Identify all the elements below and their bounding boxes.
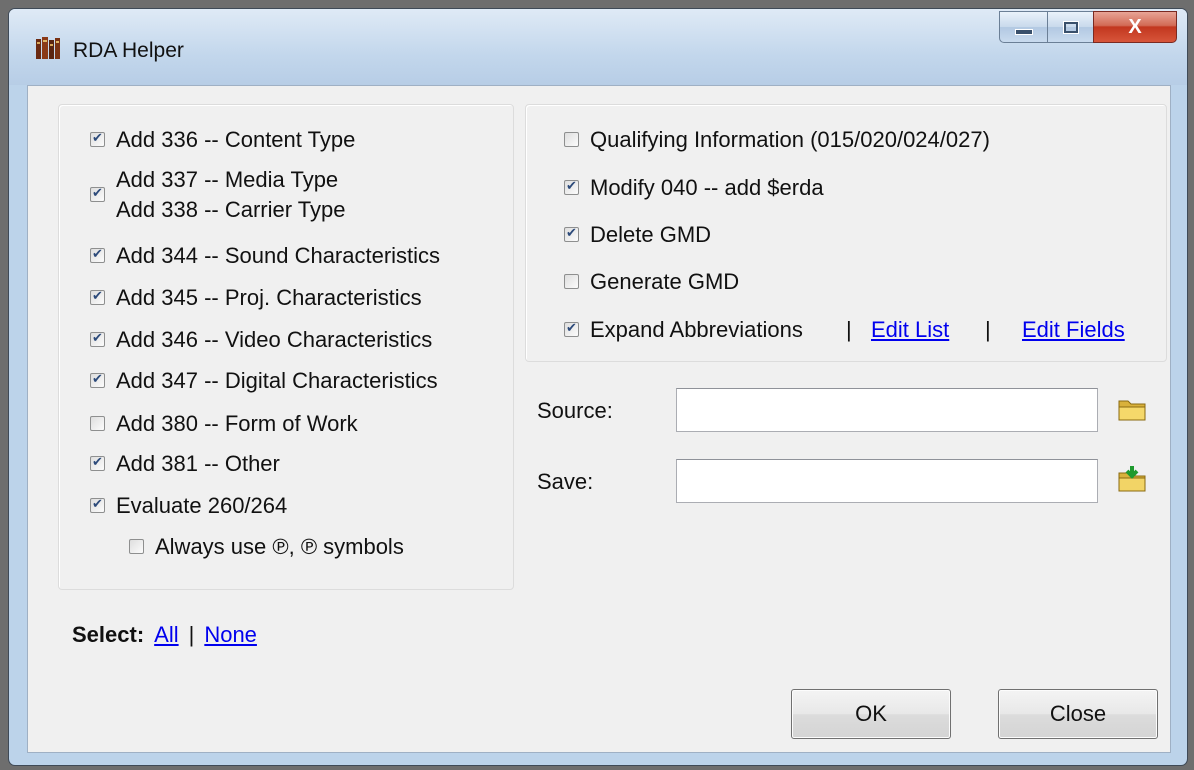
rda-helper-window: RDA Helper X Add 336 -- Content Type Add… xyxy=(8,8,1188,766)
option-modify-040[interactable]: Modify 040 -- add $erda xyxy=(564,172,824,203)
option-label: Generate GMD xyxy=(590,269,740,294)
option-label: Qualifying Information (015/020/024/027) xyxy=(590,127,990,152)
option-label: Add 380 -- Form of Work xyxy=(116,411,358,436)
title-bar[interactable]: RDA Helper X xyxy=(9,9,1187,85)
save-label: Save: xyxy=(537,469,594,494)
window-title: RDA Helper xyxy=(73,39,184,62)
option-label: Evaluate 260/264 xyxy=(116,493,288,518)
option-label-second-line: Add 338 -- Carrier Type xyxy=(116,197,346,222)
select-bar: Select: All | None xyxy=(72,622,257,648)
option-add-347[interactable]: Add 347 -- Digital Characteristics xyxy=(90,365,438,396)
checkbox-add-345[interactable] xyxy=(90,282,105,312)
option-generate-gmd[interactable]: Generate GMD xyxy=(564,267,739,297)
edit-fields-link[interactable]: Edit Fields xyxy=(1022,315,1125,345)
option-expand-abbreviations[interactable]: Expand Abbreviations xyxy=(564,314,803,345)
checkbox-add-336[interactable] xyxy=(90,124,105,154)
close-icon: X xyxy=(1128,15,1142,38)
select-none-link[interactable]: None xyxy=(204,622,257,648)
option-label: Delete GMD xyxy=(590,222,712,247)
checkbox-generate-gmd[interactable] xyxy=(564,274,579,289)
link-separator: | xyxy=(985,317,991,342)
option-evaluate-260-264[interactable]: Evaluate 260/264 xyxy=(90,490,288,521)
select-all-link[interactable]: All xyxy=(154,622,178,648)
save-input[interactable] xyxy=(676,459,1098,503)
checkbox-add-347[interactable] xyxy=(90,365,105,395)
save-folder-icon[interactable] xyxy=(1117,465,1147,493)
option-add-337-338[interactable]: Add 337 -- Media Type Add 338 -- Carrier… xyxy=(90,165,345,225)
option-add-380[interactable]: Add 380 -- Form of Work xyxy=(90,409,358,439)
checkbox-add-346[interactable] xyxy=(90,324,105,354)
checkbox-add-380[interactable] xyxy=(90,416,105,431)
checkbox-add-337-338[interactable] xyxy=(90,179,105,209)
option-delete-gmd[interactable]: Delete GMD xyxy=(564,219,712,250)
option-add-346[interactable]: Add 346 -- Video Characteristics xyxy=(90,324,433,355)
option-add-344[interactable]: Add 344 -- Sound Characteristics xyxy=(90,240,441,271)
checkbox-modify-040[interactable] xyxy=(564,172,579,202)
option-label: Modify 040 -- add $erda xyxy=(590,175,824,200)
ok-button[interactable]: OK xyxy=(791,689,951,739)
maximize-button[interactable] xyxy=(1047,11,1093,43)
books-icon xyxy=(36,37,60,59)
minimize-icon xyxy=(1014,29,1033,35)
source-label: Source: xyxy=(537,398,613,423)
option-add-345[interactable]: Add 345 -- Proj. Characteristics xyxy=(90,282,422,313)
window-controls: X xyxy=(999,11,1177,45)
select-separator: | xyxy=(188,622,195,647)
checkbox-add-381[interactable] xyxy=(90,448,105,478)
close-window-button[interactable]: X xyxy=(1093,11,1177,43)
source-input[interactable] xyxy=(676,388,1098,432)
option-label: Add 347 -- Digital Characteristics xyxy=(116,368,438,393)
dialog-body: Add 336 -- Content Type Add 337 -- Media… xyxy=(27,85,1171,753)
checkbox-qualifying-information[interactable] xyxy=(564,132,579,147)
checkbox-delete-gmd[interactable] xyxy=(564,219,579,249)
maximize-icon xyxy=(1063,21,1078,33)
checkbox-always-use-symbols[interactable] xyxy=(129,539,144,554)
option-always-use-symbols[interactable]: Always use ℗, ℗ symbols xyxy=(129,532,404,562)
checkbox-evaluate-260-264[interactable] xyxy=(90,490,105,520)
checkbox-expand-abbreviations[interactable] xyxy=(564,314,579,344)
minimize-button[interactable] xyxy=(999,11,1047,43)
option-add-336[interactable]: Add 336 -- Content Type xyxy=(90,124,356,155)
option-label: Add 337 -- Media Type xyxy=(116,167,339,192)
open-folder-icon[interactable] xyxy=(1117,395,1147,423)
option-add-381[interactable]: Add 381 -- Other xyxy=(90,448,280,479)
link-separator: | xyxy=(846,317,852,342)
checkbox-add-344[interactable] xyxy=(90,240,105,270)
select-label: Select: xyxy=(72,622,145,647)
option-label: Add 336 -- Content Type xyxy=(116,127,356,152)
option-label: Add 346 -- Video Characteristics xyxy=(116,327,433,352)
edit-list-link[interactable]: Edit List xyxy=(871,315,949,345)
option-label: Add 381 -- Other xyxy=(116,451,280,476)
option-qualifying-information[interactable]: Qualifying Information (015/020/024/027) xyxy=(564,125,990,155)
option-label: Always use ℗, ℗ symbols xyxy=(155,534,404,559)
option-label: Add 344 -- Sound Characteristics xyxy=(116,243,441,268)
option-label: Add 345 -- Proj. Characteristics xyxy=(116,285,422,310)
option-label: Expand Abbreviations xyxy=(590,317,803,342)
close-button[interactable]: Close xyxy=(998,689,1158,739)
